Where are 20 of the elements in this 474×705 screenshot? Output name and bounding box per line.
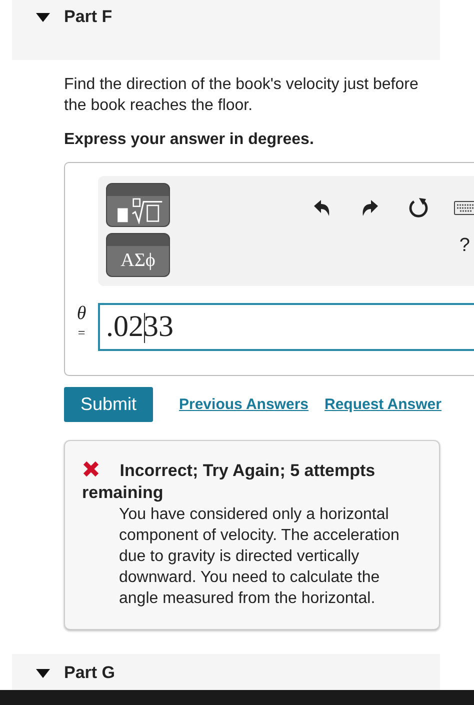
submit-button[interactable]: Submit (64, 387, 153, 422)
feedback-title: Incorrect; Try Again; 5 attempts remaining (82, 460, 376, 504)
help-button[interactable]: ? (459, 235, 470, 257)
template-button[interactable] (106, 183, 170, 227)
instruction-text: Express your answer in degrees. (64, 131, 315, 149)
part-title: Part G (64, 663, 116, 683)
answer-link[interactable]: Request Answer (324, 396, 442, 413)
undo-icon[interactable] (312, 198, 332, 218)
question-text: Find the direction of the book's velocity just before the book reaches the floor. (64, 75, 420, 116)
part-title: Part F (64, 7, 112, 27)
part-header[interactable]: Part G (12, 654, 440, 690)
symbols-button[interactable]: ΑΣϕ (106, 233, 170, 277)
variable-label: θ (76, 303, 86, 325)
redo-icon[interactable] (360, 198, 380, 218)
keyboard-icon[interactable] (454, 201, 474, 215)
part-header[interactable]: Part F (12, 0, 440, 60)
answer-link[interactable]: Previous Answers (179, 396, 308, 413)
feedback-message: You have considered only a horizontal component of velocity. The acceleration due to gravity is directed vertically downward. You need to calculate the angle measured from the horizontal. (119, 505, 400, 609)
reset-icon[interactable] (408, 197, 430, 219)
equals-sign: = (78, 325, 86, 341)
